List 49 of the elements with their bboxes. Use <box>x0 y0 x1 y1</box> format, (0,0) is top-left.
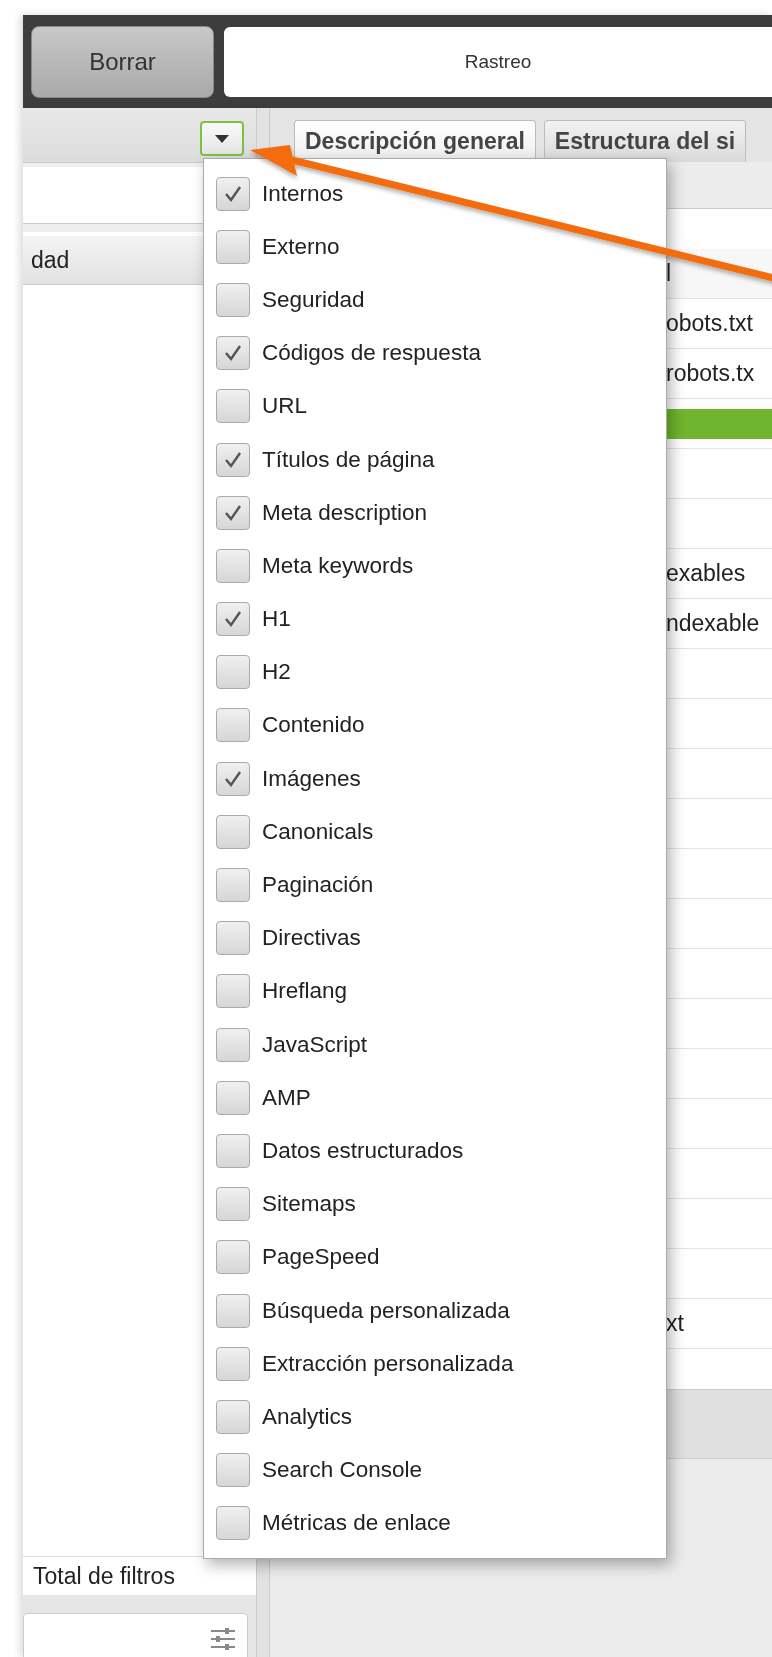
checkbox[interactable] <box>216 442 250 477</box>
checkbox[interactable] <box>216 1399 250 1434</box>
checkbox[interactable] <box>216 1346 250 1381</box>
crawl-field[interactable]: Rastreo <box>224 26 772 97</box>
menu-item[interactable]: AMP <box>204 1071 666 1125</box>
clear-button[interactable]: Borrar <box>31 25 214 98</box>
menu-item[interactable]: Contenido <box>204 698 666 753</box>
sliders-icon[interactable] <box>209 1626 237 1650</box>
checkbox[interactable] <box>216 1293 250 1328</box>
checkbox[interactable] <box>216 761 250 796</box>
checkbox[interactable] <box>216 921 250 956</box>
checkbox[interactable] <box>216 974 250 1009</box>
checkbox[interactable] <box>216 336 250 371</box>
caret-icon <box>215 134 229 143</box>
menu-item[interactable]: Títulos de página <box>204 432 666 487</box>
checkbox[interactable] <box>216 548 250 583</box>
menu-item[interactable]: Directivas <box>204 911 666 965</box>
checkbox[interactable] <box>216 1187 250 1222</box>
menu-item[interactable]: JavaScript <box>204 1018 666 1072</box>
menu-item[interactable]: Hreflang <box>204 964 666 1018</box>
menu-item[interactable]: Imágenes <box>204 752 666 806</box>
tab[interactable]: Estructura del si <box>543 120 747 162</box>
menu-item[interactable]: Search Console <box>204 1443 666 1497</box>
checkbox[interactable] <box>216 1506 250 1541</box>
checkbox[interactable] <box>216 868 250 903</box>
checkbox[interactable] <box>216 229 250 264</box>
menu-item[interactable]: Canonicals <box>204 805 666 859</box>
menu-item[interactable]: Datos estructurados <box>204 1124 666 1178</box>
checkbox[interactable] <box>216 655 250 690</box>
checkbox[interactable] <box>216 495 250 530</box>
menu-item[interactable]: Meta description <box>204 486 666 540</box>
checkbox[interactable] <box>216 1080 250 1115</box>
checkbox[interactable] <box>216 389 250 424</box>
menu-item[interactable]: Internos <box>204 167 666 221</box>
dropdown-button[interactable] <box>200 121 244 156</box>
checkbox[interactable] <box>216 1133 250 1168</box>
menu-item[interactable]: PageSpeed <box>204 1230 666 1284</box>
checkbox[interactable] <box>216 602 250 637</box>
menu-item[interactable]: Sitemaps <box>204 1177 666 1231</box>
menu-item[interactable]: Métricas de enlace <box>204 1496 666 1550</box>
checkbox[interactable] <box>216 708 250 743</box>
menu-item[interactable]: Analytics <box>204 1390 666 1444</box>
checkbox[interactable] <box>216 1027 250 1062</box>
checkbox[interactable] <box>216 1453 250 1488</box>
menu-item[interactable]: Paginación <box>204 858 666 912</box>
checkbox[interactable] <box>216 814 250 849</box>
checkbox[interactable] <box>216 1240 250 1275</box>
checkbox[interactable] <box>216 282 250 317</box>
checkbox[interactable] <box>216 176 250 211</box>
